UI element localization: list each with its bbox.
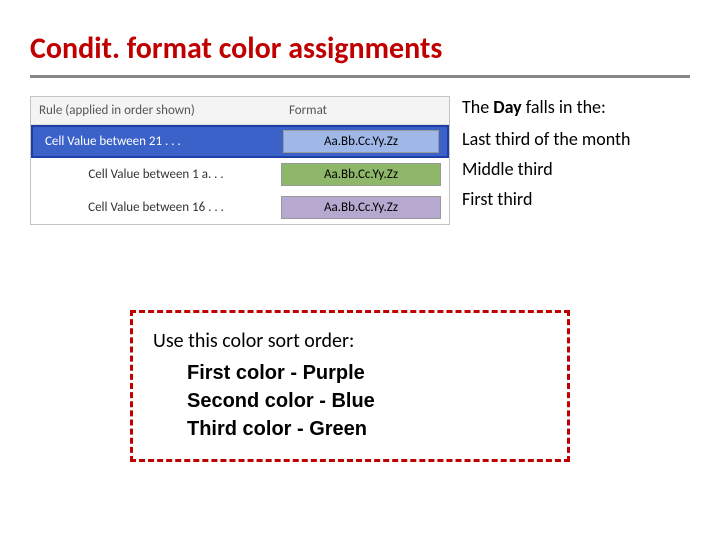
format-swatch: Aa.Bb.Cc.Yy.Zz [281, 163, 441, 186]
explain-column: The Day falls in the: Last third of the … [462, 96, 690, 218]
explain-heading: The Day falls in the: [462, 96, 690, 118]
format-swatch: Aa.Bb.Cc.Yy.Zz [283, 130, 439, 153]
format-swatch: Aa.Bb.Cc.Yy.Zz [281, 196, 441, 219]
callout-line: Second color - Blue [187, 387, 547, 415]
explain-list: Last third of the month Middle third Fir… [462, 128, 690, 210]
explain-item: Last third of the month [462, 128, 690, 150]
explain-heading-suffix: falls in the: [522, 96, 606, 118]
rules-panel: Rule (applied in order shown) Format Cel… [30, 96, 450, 225]
content-row: Rule (applied in order shown) Format Cel… [30, 96, 690, 225]
rules-header: Rule (applied in order shown) Format [31, 97, 449, 125]
explain-heading-bold: Day [493, 96, 521, 118]
callout-intro: Use this color sort order: [153, 329, 547, 353]
rule-label: Cell Value between 1 a. . . [31, 161, 281, 188]
callout-line: Third color - Green [187, 415, 547, 443]
page-title: Condit. format color assignments [30, 30, 690, 78]
callout-line: First color - Purple [187, 359, 547, 387]
callout-box: Use this color sort order: First color -… [130, 310, 570, 462]
rules-header-rule: Rule (applied in order shown) [39, 103, 289, 118]
rule-row[interactable]: Cell Value between 21 . . . Aa.Bb.Cc.Yy.… [31, 125, 449, 158]
rule-label: Cell Value between 16 . . . [31, 194, 281, 221]
callout-colors: First color - Purple Second color - Blue… [153, 359, 547, 443]
rule-row[interactable]: Cell Value between 16 . . . Aa.Bb.Cc.Yy.… [31, 191, 449, 224]
rule-row[interactable]: Cell Value between 1 a. . . Aa.Bb.Cc.Yy.… [31, 158, 449, 191]
explain-item: Middle third [462, 158, 690, 180]
rules-header-format: Format [289, 103, 441, 118]
explain-heading-prefix: The [462, 96, 493, 118]
explain-item: First third [462, 188, 690, 210]
rule-label: Cell Value between 21 . . . [33, 128, 283, 155]
